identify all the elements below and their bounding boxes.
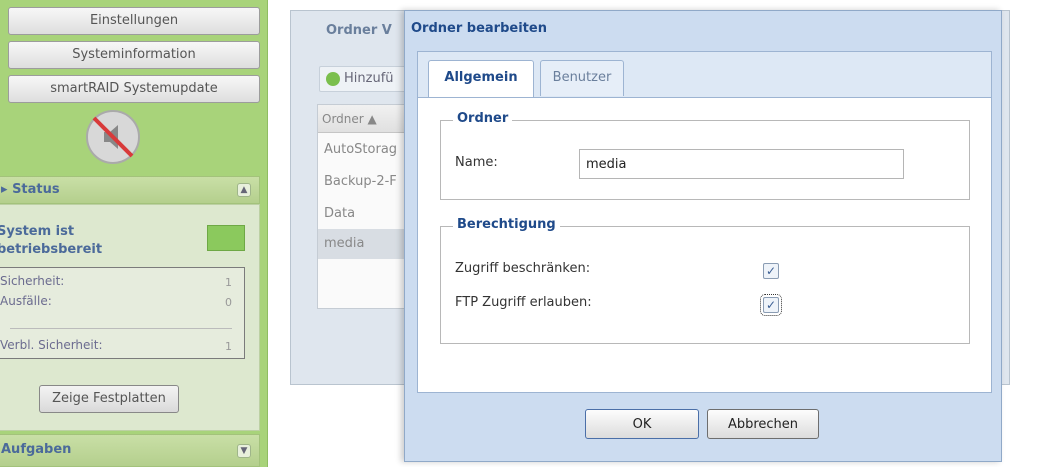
show-disks-button[interactable]: Zeige Festplatten <box>39 385 179 413</box>
status-section-body: System ist betriebsbereit Sicherheit: 1 … <box>0 204 260 431</box>
tab-strip: Allgemein Benutzer <box>417 51 992 98</box>
folder-column-header[interactable]: Ordner ▲ <box>318 105 416 133</box>
collapse-up-icon[interactable]: ▲ <box>237 183 251 197</box>
restrict-access-checkbox[interactable]: ✓ <box>763 263 779 279</box>
left-panel: Einstellungen Systeminformation smartRAI… <box>0 0 268 467</box>
folder-table: Ordner ▲ AutoStorag Backup-2-F Data medi… <box>317 104 417 309</box>
table-row-selected[interactable]: media <box>318 229 416 259</box>
permission-legend: Berechtigung <box>453 217 560 232</box>
table-row[interactable]: AutoStorag <box>318 135 416 165</box>
restrict-access-label: Zugriff beschränken: <box>455 261 591 276</box>
edit-folder-dialog: Ordner bearbeiten Allgemein Benutzer Ord… <box>404 10 1002 462</box>
ftp-access-label: FTP Zugriff erlauben: <box>455 295 592 310</box>
tab-general[interactable]: Allgemein <box>428 60 534 98</box>
speaker-muted-icon[interactable] <box>84 108 142 166</box>
folder-window-title: Ordner V <box>326 23 392 38</box>
tab-users[interactable]: Benutzer <box>540 60 624 96</box>
failures-value: 0 <box>225 296 232 309</box>
system-ready-label: System ist betriebsbereit <box>0 224 103 257</box>
permission-fieldset: Berechtigung Zugriff beschränken: ✓ FTP … <box>440 217 970 344</box>
dialog-title: Ordner bearbeiten <box>411 21 547 36</box>
folder-fieldset: Ordner Name: <box>440 111 970 200</box>
security-summary: Sicherheit: 1 Ausfälle: 0 Verbl. Sicherh… <box>0 267 245 359</box>
ftp-access-checkbox[interactable]: ✓ <box>760 294 782 316</box>
folder-column-label: Ordner <box>322 112 364 126</box>
remaining-security-label: Verbl. Sicherheit: <box>0 338 103 352</box>
folder-legend: Ordner <box>453 111 513 126</box>
security-label: Sicherheit: <box>0 274 65 288</box>
tasks-section-header[interactable]: Aufgaben ▼ <box>0 434 260 467</box>
system-status-indicator <box>207 225 245 251</box>
smartraid-update-button[interactable]: smartRAID Systemupdate <box>8 75 260 103</box>
divider <box>10 328 232 329</box>
ok-button[interactable]: OK <box>585 409 699 439</box>
tasks-title: Aufgaben <box>1 442 72 457</box>
general-tab-panel: Ordner Name: Berechtigung Zugriff beschr… <box>417 97 992 393</box>
name-input[interactable] <box>579 149 904 179</box>
cancel-button[interactable]: Abbrechen <box>707 409 819 439</box>
status-title: Status <box>12 182 60 197</box>
name-label: Name: <box>455 155 498 170</box>
add-folder-label: Hinzufü <box>344 71 394 86</box>
table-row[interactable]: Backup-2-F <box>318 167 416 197</box>
sort-asc-icon: ▲ <box>367 112 377 126</box>
status-section-header[interactable]: ▸ Status ▲ <box>0 176 260 204</box>
chevron-right-icon: ▸ <box>1 182 13 197</box>
add-icon <box>326 72 340 86</box>
settings-button[interactable]: Einstellungen <box>8 7 260 35</box>
security-value: 1 <box>225 276 232 289</box>
table-row[interactable]: Data <box>318 199 416 229</box>
failures-label: Ausfälle: <box>0 294 52 308</box>
expand-down-icon[interactable]: ▼ <box>237 444 251 458</box>
system-information-button[interactable]: Systeminformation <box>8 41 260 69</box>
remaining-security-value: 1 <box>225 340 232 353</box>
